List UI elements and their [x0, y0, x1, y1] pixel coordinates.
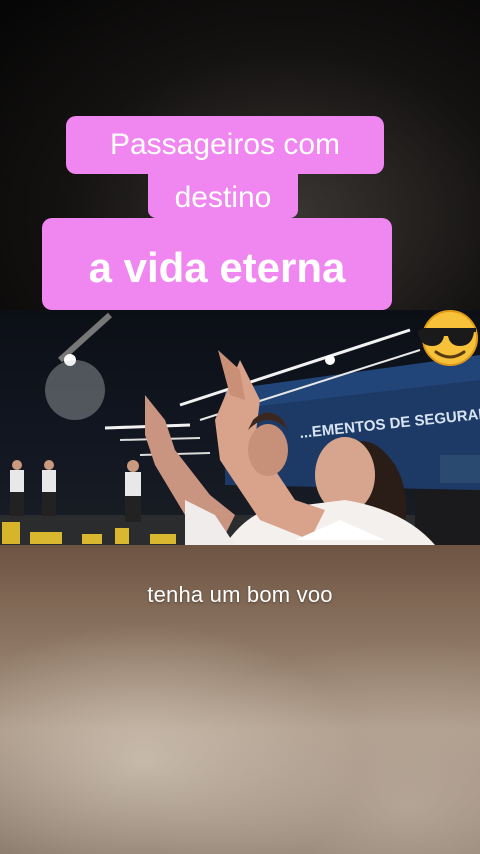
stage-smoke — [45, 360, 105, 420]
caption-line-1: Passageiros com — [66, 116, 384, 174]
caption-line-3: a vida eterna — [42, 218, 392, 310]
stage-scene: ...EMENTOS DE SEGURANÇA — [0, 312, 480, 545]
truss — [57, 312, 113, 363]
video-frame[interactable]: ...EMENTOS DE SEGURANÇA — [0, 310, 480, 545]
sunglasses-emoji-icon — [416, 308, 480, 368]
caption-line-2: destino — [148, 174, 298, 218]
background-dancers — [10, 470, 141, 496]
subtitle-text: tenha um bom voo — [147, 582, 333, 607]
yellow-box — [2, 522, 20, 544]
